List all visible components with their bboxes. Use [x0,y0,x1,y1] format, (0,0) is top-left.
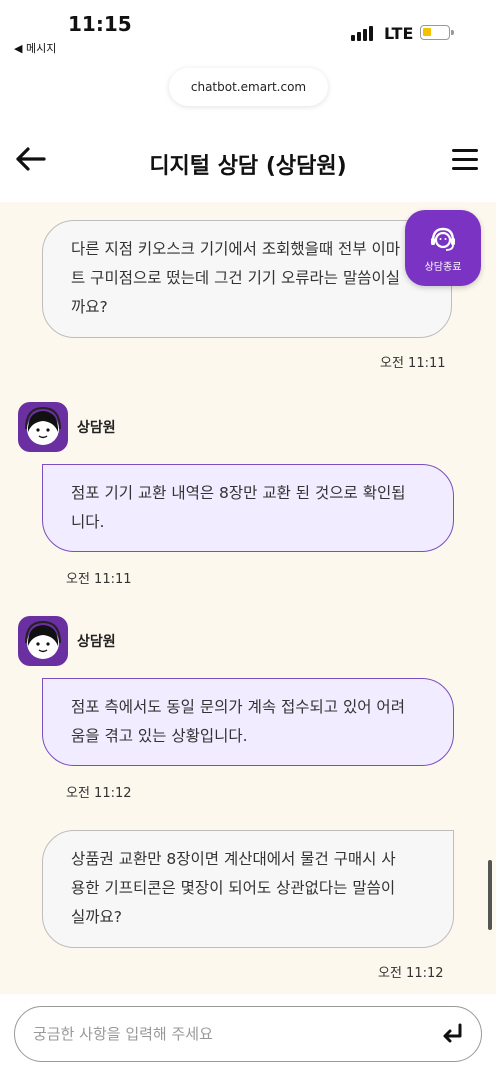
message-line: 트 구미점으로 떴는데 그건 기기 오류라는 말씀이실 [71,269,401,287]
page-title: 디지털 상담 (상담원) [149,154,347,179]
message-input-container [14,1006,482,1062]
message-line: 다른 지점 키오스크 기기에서 조회했을때 전부 이마 [71,240,401,258]
network-label: LTE [384,24,414,43]
agent-name: 상담원 [77,634,116,650]
message-line: 니다. [71,513,105,531]
message-line: 까요? [71,298,108,316]
input-area [0,994,496,1076]
message-input[interactable] [33,1007,423,1060]
message-line: 점포 기기 교환 내역은 8장만 교환 된 것으로 확인됩 [71,484,406,502]
back-to-app-link[interactable]: ◀ 메시지 [14,40,56,56]
end-consultation-button[interactable]: 상담종료 [405,210,481,286]
message-line: 용한 기프티콘은 몇장이 되어도 상관없다는 말씀이 [71,879,396,897]
user-message-bubble: 상품권 교환만 8장이면 계산대에서 물건 구매시 사 용한 기프티콘은 몇장이… [42,830,454,948]
agent-avatar [18,616,68,666]
chat-header: 디지털 상담 (상담원) [0,120,496,202]
signal-icon [351,26,373,41]
status-time: 11:15 [68,12,132,36]
message-line: 실까요? [71,908,123,926]
url-bar[interactable]: chatbot.emart.com [169,68,328,106]
scrollbar[interactable] [488,860,492,930]
message-line: 상품권 교환만 8장이면 계산대에서 물건 구매시 사 [71,850,396,868]
headset-icon [431,227,455,251]
message-line: 점포 측에서도 동일 문의가 계속 접수되고 있어 어려 [71,698,405,716]
menu-icon[interactable] [452,149,478,173]
user-message-bubble: 다른 지점 키오스크 기기에서 조회했을때 전부 이마 트 구미점으로 떴는데 … [42,220,452,338]
chat-area[interactable]: 다른 지점 키오스크 기기에서 조회했을때 전부 이마 트 구미점으로 떴는데 … [0,202,496,994]
message-time: 오전 11:12 [378,966,444,981]
battery-icon [420,25,454,40]
send-icon[interactable] [439,1021,465,1047]
agent-message-bubble: 점포 측에서도 동일 문의가 계속 접수되고 있어 어려 움을 겪고 있는 상황… [42,678,454,766]
agent-message-bubble: 점포 기기 교환 내역은 8장만 교환 된 것으로 확인됩 니다. [42,464,454,552]
message-time: 오전 11:11 [380,356,446,371]
message-line: 움을 겪고 있는 상황입니다. [71,727,248,745]
end-consultation-label: 상담종료 [424,261,462,273]
agent-name: 상담원 [77,420,116,436]
agent-avatar [18,402,68,452]
message-time: 오전 11:12 [66,786,132,801]
status-bar: 11:15 ◀ 메시지 LTE [0,0,496,62]
message-time: 오전 11:11 [66,572,132,587]
